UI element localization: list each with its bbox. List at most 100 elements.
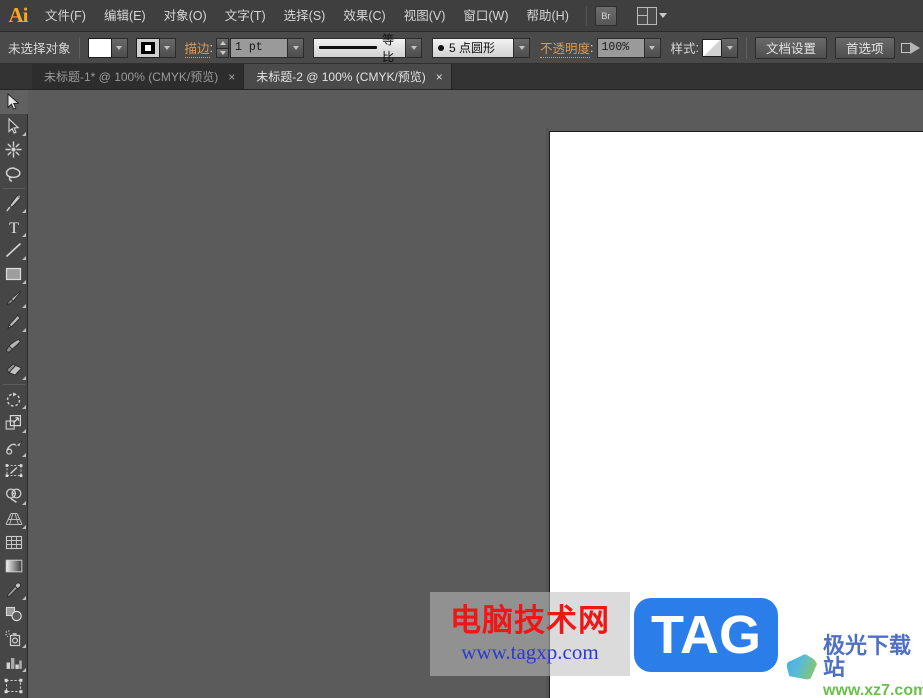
brush-definition-dropdown[interactable]: [514, 37, 531, 58]
rectangle-tool-icon[interactable]: [0, 262, 28, 286]
selection-tool-icon[interactable]: [0, 90, 28, 114]
stepper-down-button[interactable]: [216, 47, 230, 58]
menu-type[interactable]: 文字(T): [216, 0, 275, 32]
stroke-weight-input[interactable]: 1 pt: [230, 37, 289, 58]
arrange-documents-button[interactable]: [636, 6, 667, 25]
fill-color-control[interactable]: [87, 37, 128, 58]
opacity-label[interactable]: 不透明度: [540, 38, 591, 58]
document-tab-1-label: 未标题-1* @ 100% (CMYK/预览): [44, 70, 219, 84]
pen-tool-icon[interactable]: [0, 191, 28, 215]
free-transform-tool-icon[interactable]: [0, 459, 28, 483]
menu-effect[interactable]: 效果(C): [334, 0, 394, 32]
document-tab-1[interactable]: 未标题-1* @ 100% (CMYK/预览) ×: [32, 64, 245, 89]
stroke-colon: :: [209, 40, 214, 55]
control-divider-2: [746, 36, 748, 59]
pencil-tool-icon[interactable]: [0, 310, 28, 334]
mesh-tool-icon[interactable]: [0, 531, 28, 555]
chevron-down-icon: [658, 13, 667, 18]
menu-select[interactable]: 选择(S): [275, 0, 335, 32]
style-colon: :: [695, 40, 700, 55]
fit-artboard-icon[interactable]: [900, 40, 921, 56]
chevron-down-icon: [410, 45, 417, 50]
stroke-color-control[interactable]: [135, 37, 176, 58]
column-graph-tool-icon[interactable]: [0, 650, 28, 674]
paintbrush-tool-icon[interactable]: [0, 286, 28, 310]
direct-selection-tool-icon[interactable]: [0, 114, 28, 138]
menu-help[interactable]: 帮助(H): [518, 0, 578, 32]
stroke-color-swatch[interactable]: [135, 37, 160, 58]
opacity-input[interactable]: 100%: [596, 37, 645, 58]
toolbox-divider-2: [2, 384, 25, 386]
menu-edit[interactable]: 编辑(E): [95, 0, 155, 32]
close-icon[interactable]: ×: [228, 71, 235, 83]
stroke-color-dropdown[interactable]: [159, 37, 176, 58]
stepper-up-button[interactable]: [216, 37, 230, 48]
eyedropper-tool-icon[interactable]: [0, 578, 28, 602]
close-icon[interactable]: ×: [436, 71, 443, 83]
symbol-sprayer-tool-icon[interactable]: [0, 626, 28, 650]
stroke-profile-select[interactable]: 等比: [313, 33, 407, 64]
chevron-down-icon: [726, 45, 733, 50]
graphic-style-swatch[interactable]: [702, 38, 723, 57]
stroke-weight-label[interactable]: 描边: [184, 38, 210, 58]
stroke-profile-line-icon: [319, 46, 378, 49]
toolbox-divider: [2, 187, 25, 189]
lasso-tool-icon[interactable]: [0, 162, 28, 186]
swoosh-icon: [786, 650, 820, 684]
watermark-xz7-url: www.xz7.com: [823, 681, 923, 698]
document-setup-button[interactable]: 文档设置: [755, 36, 828, 59]
brush-dot-icon: [438, 44, 445, 51]
gradient-tool-icon[interactable]: [0, 555, 28, 579]
menu-file[interactable]: 文件(F): [36, 0, 95, 32]
rotate-tool-icon[interactable]: [0, 387, 28, 411]
watermark-tagxp-cn: 电脑技术网: [450, 602, 610, 639]
stroke-weight-dropdown[interactable]: [288, 37, 305, 58]
magic-wand-tool-icon[interactable]: [0, 138, 28, 162]
perspective-grid-tool-icon[interactable]: [0, 507, 28, 531]
watermark-xz7-cn: 极光下载站: [823, 633, 912, 681]
fill-color-dropdown[interactable]: [111, 37, 128, 58]
menu-object[interactable]: 对象(O): [155, 0, 216, 32]
watermark-tag-badge: TAG: [634, 598, 778, 672]
artboard-tool-icon[interactable]: [0, 674, 28, 698]
selection-status-label: 未选择对象: [8, 42, 71, 56]
width-warp-tool-icon[interactable]: [0, 435, 28, 459]
style-label: 样式: [670, 42, 696, 56]
svg-text:T: T: [9, 220, 19, 235]
line-segment-tool-icon[interactable]: [0, 239, 28, 263]
blob-brush-tool-icon[interactable]: [0, 334, 28, 358]
graphic-style-dropdown[interactable]: [722, 37, 739, 58]
menu-view[interactable]: 视图(V): [395, 0, 455, 32]
document-tab-2[interactable]: 未标题-2 @ 100% (CMYK/预览) ×: [244, 64, 452, 89]
brush-definition-select[interactable]: 5 点圆形: [432, 37, 515, 58]
watermark-tag-badge-label: TAG: [651, 605, 761, 665]
chevron-down-icon: [518, 45, 525, 50]
watermark-tagxp-url: www.tagxp.com: [461, 639, 599, 664]
eraser-tool-icon[interactable]: [0, 358, 28, 382]
scale-tool-icon[interactable]: [0, 411, 28, 435]
document-tab-bar: 未标题-1* @ 100% (CMYK/预览) × 未标题-2 @ 100% (…: [0, 64, 923, 90]
control-divider: [78, 36, 80, 59]
document-tab-2-label: 未标题-2 @ 100% (CMYK/预览): [256, 70, 426, 84]
chevron-down-icon: [164, 45, 171, 50]
menu-window[interactable]: 窗口(W): [454, 0, 517, 32]
watermark-xz7: 极光下载站 www.xz7.com: [786, 635, 923, 698]
blend-tool-icon[interactable]: [0, 602, 28, 626]
preferences-button[interactable]: 首选项: [835, 36, 895, 59]
chevron-down-icon: [116, 45, 123, 50]
fill-color-swatch[interactable]: [87, 37, 112, 58]
chevron-down-icon: [292, 45, 299, 50]
shape-builder-tool-icon[interactable]: [0, 483, 28, 507]
stroke-profile-dropdown[interactable]: [406, 37, 423, 58]
type-tool-icon[interactable]: T: [0, 215, 28, 239]
menu-bar: Ai 文件(F) 编辑(E) 对象(O) 文字(T) 选择(S) 效果(C) 视…: [0, 0, 923, 32]
arrange-documents-icon: [636, 6, 657, 25]
opacity-colon: :: [590, 40, 594, 55]
stroke-profile-value: 等比: [382, 32, 395, 64]
opacity-dropdown[interactable]: [644, 37, 661, 58]
toolbox-panel: T: [0, 90, 28, 698]
control-bar: 未选择对象 描边 : 1 pt 等比 5 点圆形 不透明度: 100% 样式 …: [0, 32, 923, 64]
stroke-weight-stepper[interactable]: [216, 37, 230, 58]
bridge-button[interactable]: Br: [594, 5, 617, 26]
watermark-tagxp: 电脑技术网 www.tagxp.com: [430, 592, 630, 676]
